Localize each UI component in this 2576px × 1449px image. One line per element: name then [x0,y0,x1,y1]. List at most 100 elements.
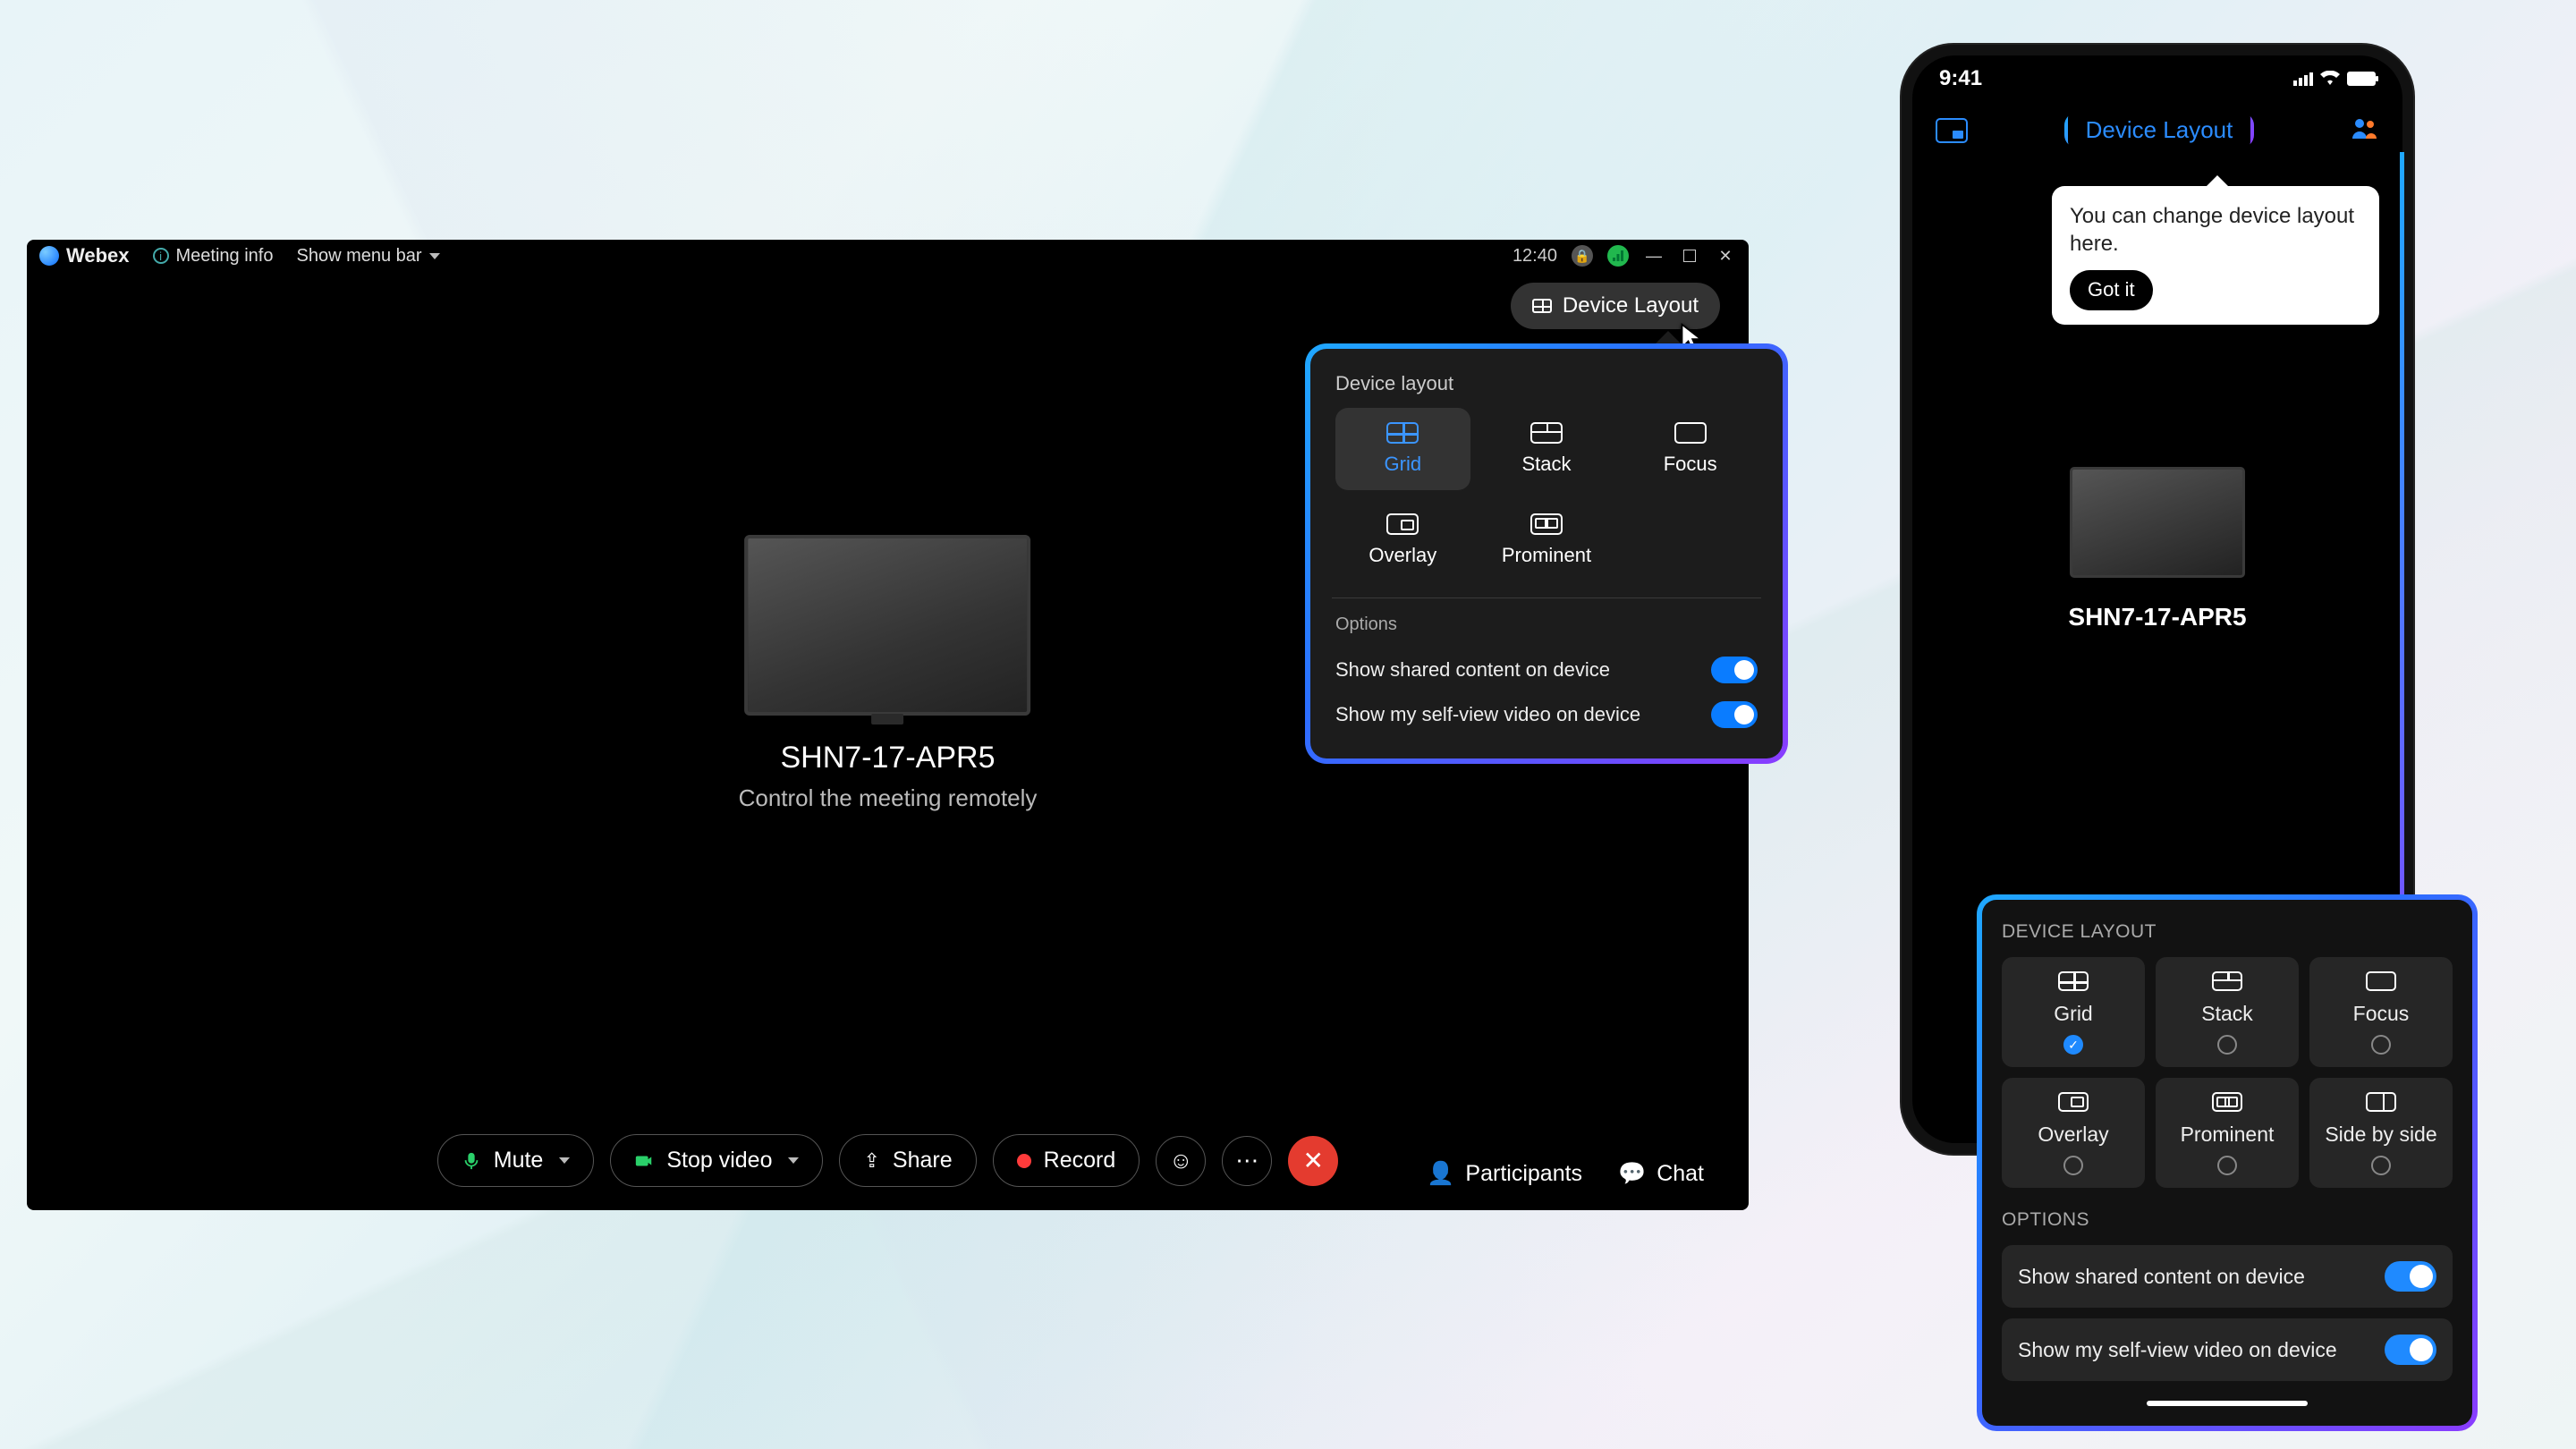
stop-video-button[interactable]: Stop video [610,1134,823,1187]
mobile-option-prominent[interactable]: Prominent [2156,1078,2299,1188]
popover-options-heading: Options [1335,614,1758,635]
end-call-button[interactable]: ✕ [1288,1136,1338,1186]
more-button[interactable]: ⋯ [1222,1136,1272,1186]
smile-icon: ☺ [1169,1147,1193,1174]
mobile-toggle-selfview[interactable] [2385,1335,2436,1365]
home-indicator[interactable] [2147,1401,2308,1406]
remote-device-tile: SHN7-17-APR5 Control the meeting remotel… [739,535,1038,812]
coachmark-tooltip: You can change device layout here. Got i… [2052,186,2379,325]
radio-icon [2063,1156,2083,1175]
app-name: Webex [66,244,130,267]
chevron-down-icon [429,253,440,259]
overlay-icon [2058,1092,2089,1112]
mobile-toggle-row-shared: Show shared content on device [2002,1245,2453,1308]
tooltip-gotit-button[interactable]: Got it [2070,270,2153,310]
mobile-toggle-shared[interactable] [2385,1261,2436,1292]
ellipsis-icon: ⋯ [1235,1147,1258,1174]
toggle-shared-content[interactable] [1711,657,1758,683]
reactions-button[interactable]: ☺ [1156,1136,1206,1186]
mobile-option-stack[interactable]: Stack [2156,957,2299,1067]
window-minimize-button[interactable]: — [1643,245,1665,267]
stack-icon [2212,971,2242,991]
phone-device-name: SHN7-17-APR5 [1912,603,2402,631]
prominent-icon [1530,513,1563,535]
signal-icon[interactable] [1607,245,1629,267]
radio-icon [2217,1156,2237,1175]
toggle-row-self-view: Show my self-view video on device [1335,692,1758,737]
tooltip-text: You can change device layout here. [2070,202,2361,258]
mobile-option-overlay[interactable]: Overlay [2002,1078,2145,1188]
toggle-row-shared-content: Show shared content on device [1335,648,1758,692]
device-screen-icon [744,535,1030,716]
mobile-option-grid[interactable]: Grid [2002,957,2145,1067]
share-icon: ⇪ [863,1149,879,1173]
app-brand: Webex [39,244,130,267]
device-screen-icon [2070,467,2245,578]
chat-icon: 💬 [1618,1161,1646,1187]
show-menu-bar-button[interactable]: Show menu bar [296,246,439,267]
window-maximize-button[interactable] [1679,245,1700,267]
device-layout-pill-frame: Device Layout [2064,113,2255,148]
wifi-icon [2320,66,2340,91]
layout-grid-icon [1532,299,1552,313]
battery-icon [2347,72,2376,86]
titlebar: Webex i Meeting info Show menu bar 12:40… [27,240,1749,272]
radio-icon [2371,1035,2391,1055]
layout-option-overlay[interactable]: Overlay [1335,499,1470,581]
share-button[interactable]: ⇪ Share [839,1134,976,1187]
mobile-option-sidebyside[interactable]: Side by side [2309,1078,2453,1188]
mobile-options-heading: OPTIONS [2002,1209,2453,1231]
device-layout-popover: Device layout Grid Stack Focus [1310,349,1783,758]
phone-notch [2063,55,2251,89]
grid-icon [1386,422,1419,444]
device-layout-pill[interactable]: Device Layout [2068,109,2251,150]
status-time: 9:41 [1939,66,1982,91]
meeting-content: Device Layout Device layout Grid Stack [27,272,1749,1210]
meeting-info-button[interactable]: i Meeting info [153,246,274,267]
info-icon: i [153,248,169,264]
clock: 12:40 [1513,246,1557,267]
divider [1332,597,1761,598]
toggle-self-view[interactable] [1711,701,1758,728]
pip-icon[interactable] [1936,118,1968,143]
mobile-option-focus[interactable]: Focus [2309,957,2453,1067]
device-layout-popover-frame: Device layout Grid Stack Focus [1305,343,1788,764]
layout-option-stack[interactable]: Stack [1479,408,1614,490]
participants-icon: 👤 [1427,1161,1454,1187]
desktop-window: Webex i Meeting info Show menu bar 12:40… [27,240,1749,1210]
layout-option-focus[interactable]: Focus [1623,408,1758,490]
overlay-icon [1386,513,1419,535]
focus-icon [2366,971,2396,991]
device-layout-button[interactable]: Device Layout [1511,283,1720,329]
phone-remote-device-tile: SHN7-17-APR5 [1912,467,2402,631]
stack-icon [1530,422,1563,444]
record-button[interactable]: Record [993,1134,1140,1187]
microphone-icon [462,1151,481,1171]
grid-icon [2058,971,2089,991]
mute-button[interactable]: Mute [437,1134,595,1187]
chat-button[interactable]: 💬 Chat [1618,1161,1704,1187]
device-subtitle: Control the meeting remotely [739,784,1038,812]
side-by-side-icon [2366,1092,2396,1112]
mobile-layout-panel-frame: DEVICE LAYOUT Grid Stack Focus Overlay [1977,894,2478,1431]
cellular-icon [2293,72,2313,86]
participants-icon[interactable] [2351,116,2379,145]
layout-options-grid: Grid Stack Focus Overlay [1335,408,1758,581]
popover-heading: Device layout [1335,372,1758,395]
layout-option-grid[interactable]: Grid [1335,408,1470,490]
prominent-icon [2212,1092,2242,1112]
radio-selected-icon [2063,1035,2083,1055]
participants-button[interactable]: 👤 Participants [1427,1161,1582,1187]
chevron-down-icon [788,1157,799,1164]
lock-icon[interactable]: 🔒 [1572,245,1593,267]
mobile-layout-grid: Grid Stack Focus Overlay Prominent [2002,957,2453,1188]
chevron-down-icon [559,1157,570,1164]
layout-option-prominent[interactable]: Prominent [1479,499,1614,581]
record-icon [1017,1154,1031,1168]
device-name: SHN7-17-APR5 [739,741,1038,775]
window-close-button[interactable]: ✕ [1715,245,1736,267]
radio-icon [2217,1035,2237,1055]
phone-topbar: Device Layout [1912,113,2402,148]
mobile-toggle-row-selfview: Show my self-view video on device [2002,1318,2453,1381]
radio-icon [2371,1156,2391,1175]
